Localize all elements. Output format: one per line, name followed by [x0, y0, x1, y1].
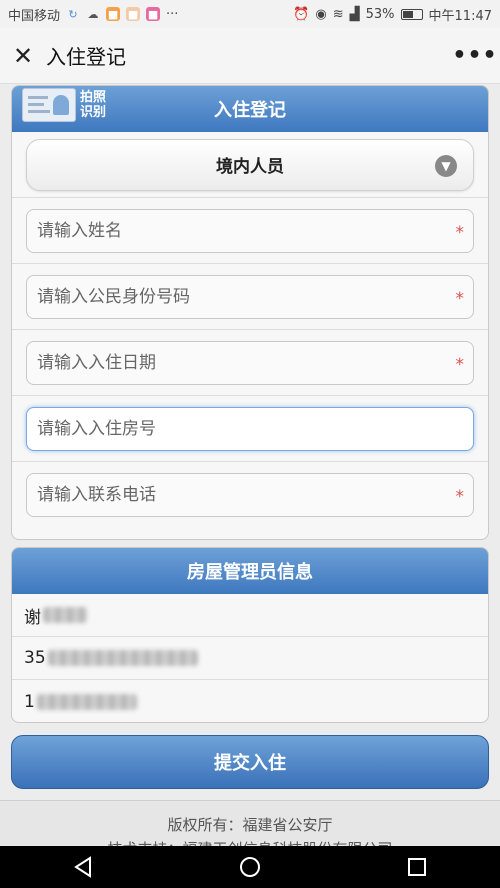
manager-header: 房屋管理员信息: [12, 548, 488, 594]
sync-icon: ↻: [68, 7, 78, 21]
photo-recognize-button[interactable]: 拍照识别: [22, 88, 110, 122]
carrier-label: 中国移动: [8, 8, 61, 24]
name-row: *: [12, 198, 488, 264]
clock: 中午11:47: [428, 8, 492, 24]
form-title: 入住登记: [214, 100, 286, 121]
manager-id-text: 35: [24, 648, 46, 668]
battery-percent: 53%: [365, 6, 395, 22]
app-notification-icon: ■: [106, 7, 121, 21]
checkin-date-row: *: [12, 330, 488, 396]
room-number-input[interactable]: [37, 418, 463, 439]
registration-form: 拍照识别 入住登记 境内人员 ▼ * * *: [11, 85, 489, 540]
copyright-text: 版权所有：福建省公安厅: [167, 816, 333, 834]
status-bar: 中国移动 ↻ ☁ ■ ■ ■ ··· ⏰ ◉ ≋ ▟ 53% 中午11:47: [0, 0, 500, 28]
photo-recognize-label: 拍照识别: [80, 90, 107, 120]
alarm-icon: ⏰: [293, 6, 310, 22]
required-mark: *: [455, 288, 465, 309]
more-icon[interactable]: •••: [450, 28, 500, 84]
overflow-icon: ···: [166, 6, 179, 22]
recents-icon[interactable]: [397, 846, 437, 888]
close-icon[interactable]: ✕: [0, 28, 46, 84]
phone-row: *: [12, 462, 488, 528]
wifi-icon: ≋: [332, 6, 344, 22]
name-field: *: [26, 208, 474, 253]
manager-name-text: 谢: [24, 607, 41, 628]
id-number-field: *: [26, 274, 474, 319]
redacted-text: [36, 693, 137, 710]
required-mark: *: [455, 354, 465, 375]
id-card-icon: [22, 88, 76, 122]
footer: 版权所有：福建省公安厅 技术支持：福建天创信息科技股份有限公司: [0, 800, 500, 848]
id-number-input[interactable]: [37, 286, 463, 307]
phone-input[interactable]: [37, 485, 463, 505]
nav-bar: ✕ 入住登记 •••: [0, 28, 500, 84]
back-icon[interactable]: [63, 846, 103, 888]
submit-checkin-button[interactable]: 提交入住: [11, 735, 489, 789]
cloud-icon: ☁: [87, 7, 99, 21]
form-header: 拍照识别 入住登记: [12, 86, 488, 132]
id-number-row: *: [12, 264, 488, 330]
chevron-down-icon: ▼: [435, 154, 457, 177]
room-number-row: [12, 396, 488, 462]
manager-phone: 1: [12, 680, 488, 722]
required-mark: *: [455, 487, 465, 507]
person-type-row: 境内人员 ▼: [12, 132, 488, 198]
battery-icon: [400, 8, 423, 20]
app-notification-icon: ■: [146, 7, 161, 21]
manager-id: 35: [12, 637, 488, 680]
system-nav-bar: [0, 846, 500, 888]
required-mark: *: [455, 222, 465, 243]
page-title: 入住登记: [46, 45, 126, 69]
eye-icon: ◉: [315, 6, 327, 22]
signal-icon: ▟: [349, 6, 360, 22]
home-icon[interactable]: [230, 846, 270, 888]
manager-phone-text: 1: [24, 691, 35, 712]
redacted-text: [47, 650, 198, 666]
checkin-date-input[interactable]: [37, 352, 463, 373]
checkin-date-field: *: [26, 340, 474, 385]
phone-field: *: [26, 473, 474, 517]
room-number-field: [26, 406, 474, 451]
manager-info: 房屋管理员信息 谢 35 1: [11, 547, 489, 723]
name-input[interactable]: [37, 220, 463, 241]
person-type-value: 境内人员: [216, 157, 284, 177]
manager-name: 谢: [12, 594, 488, 637]
app-notification-icon: ■: [126, 7, 141, 21]
redacted-text: [43, 607, 87, 623]
person-type-select[interactable]: 境内人员 ▼: [26, 138, 474, 191]
